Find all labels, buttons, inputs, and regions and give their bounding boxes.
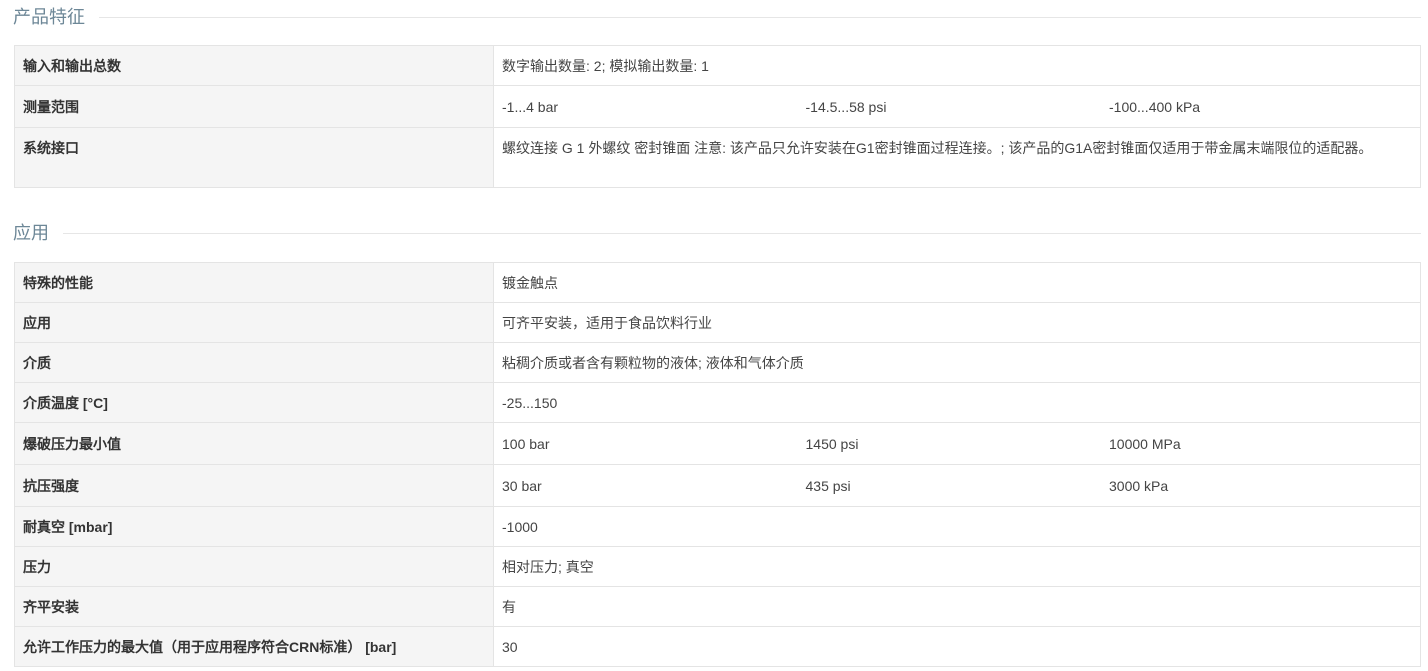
row-label: 压力 — [14, 546, 494, 587]
spec-table-product-features: 输入和输出总数 数字输出数量: 2; 模拟输出数量: 1 测量范围 -1...4… — [14, 45, 1421, 188]
row-value: 100 bar 1450 psi 10000 MPa — [493, 422, 1421, 465]
table-row: 测量范围 -1...4 bar -14.5...58 psi -100...40… — [14, 85, 1421, 128]
row-value: 螺纹连接 G 1 外螺纹 密封锥面 注意: 该产品只允许安装在G1密封锥面过程连… — [493, 127, 1421, 188]
row-value: 30 bar 435 psi 3000 kPa — [493, 464, 1421, 507]
row-label: 系统接口 — [14, 127, 494, 188]
value-mpa: 10000 MPa — [1109, 435, 1181, 452]
row-value: 可齐平安装，适用于食品饮料行业 — [493, 302, 1421, 343]
value-kpa: -100...400 kPa — [1109, 98, 1201, 115]
row-value: -1...4 bar -14.5...58 psi -100...400 kPa — [493, 85, 1421, 128]
value-psi: 435 psi — [805, 477, 851, 494]
section-divider — [99, 16, 1421, 18]
table-row: 耐真空 [mbar] -1000 — [14, 506, 1421, 547]
table-row: 介质 粘稠介质或者含有颗粒物的液体; 液体和气体介质 — [14, 342, 1421, 383]
section-divider — [63, 232, 1421, 234]
table-row: 系统接口 螺纹连接 G 1 外螺纹 密封锥面 注意: 该产品只允许安装在G1密封… — [14, 127, 1421, 188]
row-label: 爆破压力最小值 — [14, 422, 494, 465]
row-label: 应用 — [14, 302, 494, 343]
row-label: 齐平安装 — [14, 586, 494, 627]
row-label: 抗压强度 — [14, 464, 494, 507]
spec-table-application: 特殊的性能 镀金触点 应用 可齐平安装，适用于食品饮料行业 介质 粘稠介质或者含… — [14, 262, 1421, 667]
section-title: 产品特征 — [13, 7, 85, 27]
row-value: 有 — [493, 586, 1421, 627]
table-row: 爆破压力最小值 100 bar 1450 psi 10000 MPa — [14, 422, 1421, 465]
row-label: 耐真空 [mbar] — [14, 506, 494, 547]
section-header-application: 应用 — [13, 220, 1421, 244]
table-row: 齐平安装 有 — [14, 586, 1421, 627]
row-label: 介质温度 [°C] — [14, 382, 494, 423]
row-value: 粘稠介质或者含有颗粒物的液体; 液体和气体介质 — [493, 342, 1421, 383]
value-kpa: 3000 kPa — [1109, 477, 1169, 494]
table-row: 抗压强度 30 bar 435 psi 3000 kPa — [14, 464, 1421, 507]
row-label: 允许工作压力的最大值（用于应用程序符合CRN标准） [bar] — [14, 626, 494, 667]
table-row: 输入和输出总数 数字输出数量: 2; 模拟输出数量: 1 — [14, 45, 1421, 86]
row-label: 特殊的性能 — [14, 262, 494, 303]
table-row: 介质温度 [°C] -25...150 — [14, 382, 1421, 423]
value-psi: -14.5...58 psi — [805, 98, 887, 115]
table-row: 特殊的性能 镀金触点 — [14, 262, 1421, 303]
value-psi: 1450 psi — [805, 435, 859, 452]
row-value: 相对压力; 真空 — [493, 546, 1421, 587]
row-label: 介质 — [14, 342, 494, 383]
row-label: 输入和输出总数 — [14, 45, 494, 86]
section-header-product-features: 产品特征 — [13, 4, 1421, 28]
section-title: 应用 — [13, 223, 49, 243]
value-bar: -1...4 bar — [502, 98, 559, 115]
row-label: 测量范围 — [14, 85, 494, 128]
row-value: -1000 — [493, 506, 1421, 547]
row-value: 数字输出数量: 2; 模拟输出数量: 1 — [493, 45, 1421, 86]
table-row: 压力 相对压力; 真空 — [14, 546, 1421, 587]
row-value: 30 — [493, 626, 1421, 667]
value-bar: 100 bar — [502, 435, 550, 452]
table-row: 应用 可齐平安装，适用于食品饮料行业 — [14, 302, 1421, 343]
row-value: -25...150 — [493, 382, 1421, 423]
value-bar: 30 bar — [502, 477, 542, 494]
row-value: 镀金触点 — [493, 262, 1421, 303]
table-row: 允许工作压力的最大值（用于应用程序符合CRN标准） [bar] 30 — [14, 626, 1421, 667]
